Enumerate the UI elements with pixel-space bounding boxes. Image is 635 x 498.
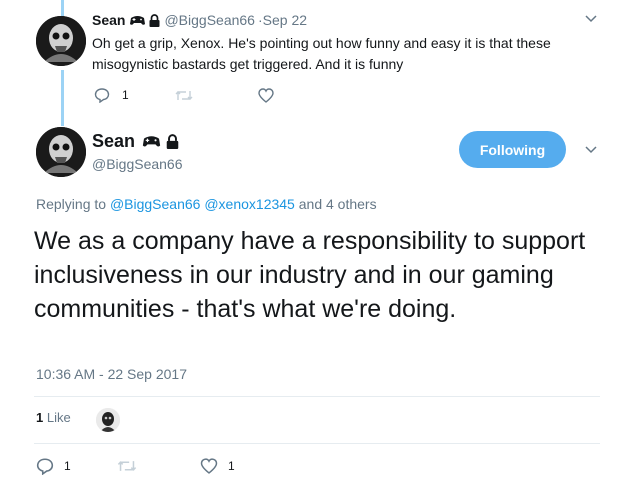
like-button[interactable] <box>258 88 274 103</box>
reply-button[interactable]: 1 <box>94 87 129 103</box>
thread-line-bottom <box>61 70 64 126</box>
likes-stat[interactable]: 1 Like <box>36 410 71 425</box>
reply-icon <box>36 457 54 475</box>
like-button[interactable]: 1 <box>200 458 235 474</box>
reply-count: 1 <box>64 459 71 473</box>
retweet-icon <box>175 89 193 102</box>
reply-count: 1 <box>122 88 129 102</box>
retweet-button[interactable] <box>117 459 137 473</box>
replying-to: Replying to @BiggSean66 @xenox12345 and … <box>36 196 377 212</box>
avatar[interactable] <box>36 16 86 66</box>
author-handle[interactable]: @BiggSean66 <box>92 156 183 172</box>
divider <box>34 443 600 444</box>
tweet-date[interactable]: ·Sep 22 <box>258 12 307 28</box>
mention-link[interactable]: @xenox12345 <box>204 196 295 212</box>
likes-count: 1 <box>36 410 44 425</box>
liker-avatar[interactable] <box>96 408 120 432</box>
divider <box>34 396 600 397</box>
following-button[interactable]: Following <box>459 131 566 168</box>
tweet-text: Oh get a grip, Xenox. He's pointing out … <box>92 35 551 72</box>
author-handle[interactable]: @BiggSean66 <box>164 12 255 28</box>
avatar[interactable] <box>36 127 86 177</box>
reply-button[interactable]: 1 <box>36 457 71 475</box>
mention-link[interactable]: @BiggSean66 <box>110 196 201 212</box>
retweet-button[interactable] <box>175 89 193 102</box>
like-count: 1 <box>228 459 235 473</box>
author-name[interactable]: Sean <box>92 12 125 28</box>
tweet-timestamp[interactable]: 10:36 AM - 22 Sep 2017 <box>36 366 187 382</box>
gamepad-icon <box>141 134 162 149</box>
lock-icon <box>149 13 160 27</box>
tweet-text: We as a company have a responsibility to… <box>34 227 586 323</box>
retweet-icon <box>117 459 137 473</box>
likes-label: Like <box>46 410 71 425</box>
chevron-down-icon[interactable] <box>585 15 597 23</box>
replying-prefix: Replying to <box>36 196 107 212</box>
reply-icon <box>94 87 110 103</box>
gamepad-icon <box>129 14 146 27</box>
lock-icon <box>166 134 179 149</box>
others-link[interactable]: and 4 others <box>299 196 377 212</box>
chevron-down-icon[interactable] <box>585 146 597 154</box>
author-name[interactable]: Sean <box>92 131 135 152</box>
heart-icon <box>200 458 218 474</box>
heart-icon <box>258 88 274 103</box>
